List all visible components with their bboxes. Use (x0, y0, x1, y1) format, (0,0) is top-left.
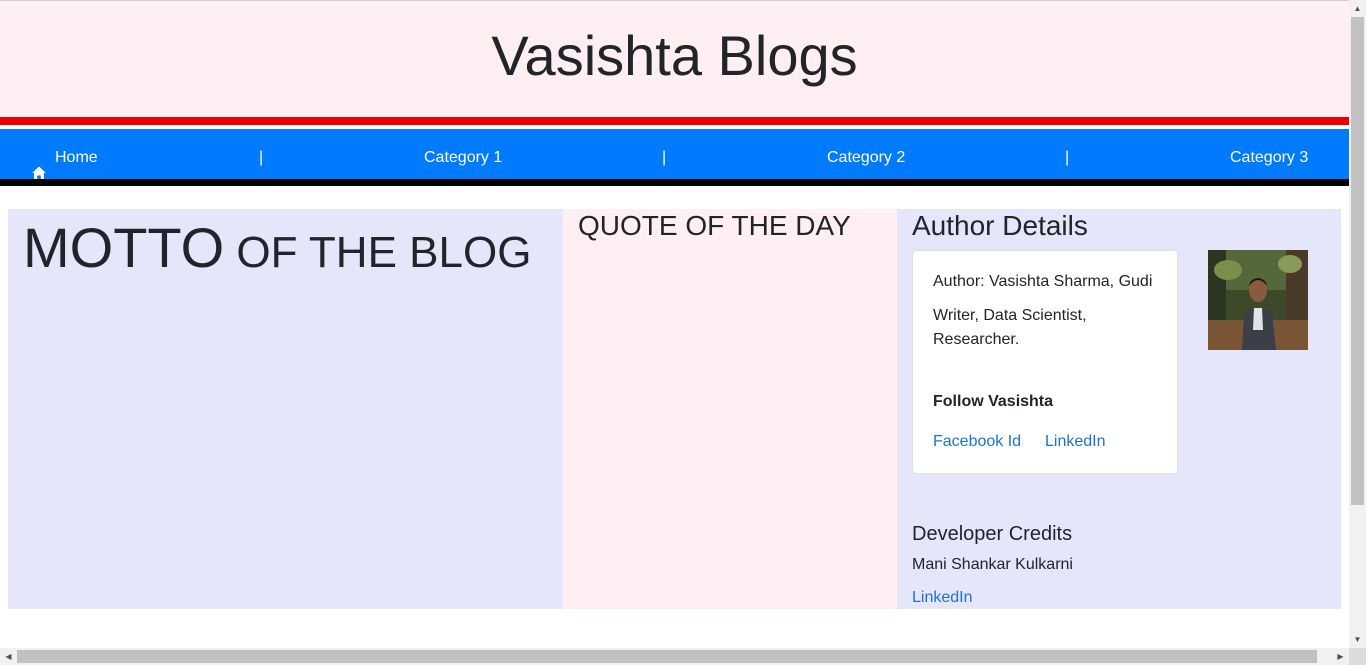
follow-label: Follow Vasishta (933, 393, 1054, 410)
site-header: Vasishta Blogs (0, 1, 1349, 117)
developer-linkedin-link[interactable]: LinkedIn (912, 589, 973, 607)
motto-heading-rest: OF THE BLOG (224, 228, 532, 277)
nav-separator: | (259, 149, 264, 166)
black-divider (0, 179, 1349, 186)
site-title: Vasishta Blogs (491, 24, 858, 87)
main-navbar: Home | Category 1 | Category 2 | Categor… (0, 129, 1349, 180)
motto-column: MOTTO OF THE BLOG (8, 209, 563, 609)
motto-heading: MOTTO OF THE BLOG (23, 215, 531, 280)
nav-home-link[interactable]: Home (31, 129, 98, 180)
red-divider (0, 117, 1349, 125)
scroll-down-arrow-icon[interactable]: ▼ (1349, 631, 1366, 648)
author-column: Author Details Author: Vasishta Sharma, … (897, 209, 1341, 609)
author-card: Author: Vasishta Sharma, Gudi Writer, Da… (912, 250, 1178, 474)
horizontal-scrollbar[interactable]: ◀ ▶ (0, 648, 1349, 665)
author-line-2: Writer, Data Scientist, Researcher. (933, 307, 1087, 348)
nav-separator: | (1065, 149, 1070, 166)
scroll-right-arrow-icon[interactable]: ▶ (1332, 648, 1349, 665)
developer-name: Mani Shankar Kulkarni (912, 556, 1073, 573)
scroll-up-arrow-icon[interactable]: ▲ (1349, 0, 1366, 17)
author-linkedin-link[interactable]: LinkedIn (1045, 433, 1106, 451)
motto-heading-big: MOTTO (23, 216, 225, 279)
author-avatar (1208, 250, 1308, 350)
nav-separator: | (662, 149, 667, 166)
quote-heading: QUOTE OF THE DAY (578, 210, 851, 241)
facebook-link[interactable]: Facebook Id (933, 433, 1021, 451)
nav-category-1[interactable]: Category 1 (424, 129, 502, 179)
nav-category-3[interactable]: Category 3 (1230, 129, 1308, 179)
quote-column: QUOTE OF THE DAY (563, 209, 897, 609)
content-row: MOTTO OF THE BLOG QUOTE OF THE DAY Autho… (8, 209, 1341, 609)
horizontal-scroll-thumb[interactable] (17, 650, 1317, 663)
author-line-1: Author: Vasishta Sharma, Gudi (933, 273, 1153, 290)
nav-category-2[interactable]: Category 2 (827, 129, 905, 179)
scroll-left-arrow-icon[interactable]: ◀ (0, 648, 17, 665)
nav-home-label: Home (55, 149, 98, 166)
scrollbar-corner (1349, 648, 1366, 665)
page-viewport: Vasishta Blogs Home | Category 1 | Categ… (0, 0, 1349, 648)
developer-heading: Developer Credits (912, 523, 1073, 545)
author-heading: Author Details (912, 210, 1088, 241)
home-icon (31, 148, 47, 180)
vertical-scroll-thumb[interactable] (1351, 17, 1364, 505)
vertical-scrollbar[interactable]: ▲ ▼ (1349, 0, 1366, 648)
